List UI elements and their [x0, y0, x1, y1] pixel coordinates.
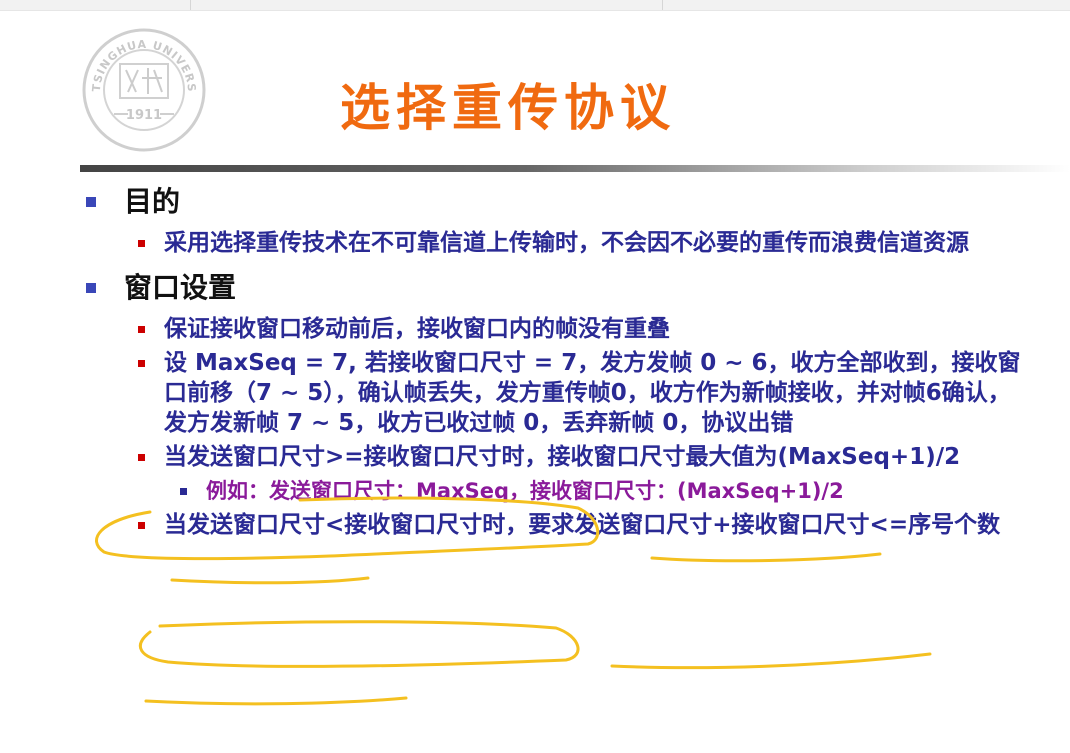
section-heading-text: 目的 — [124, 185, 181, 218]
slide-body: 目的 采用选择重传技术在不可靠信道上传输时，不会因不必要的重传而浪费信道资源 窗… — [80, 182, 1040, 544]
highlight-stroke — [610, 652, 932, 670]
bullet-text: 当发送窗口尺寸>=接收窗口尺寸时，接收窗口尺寸最大值为(MaxSeq+1)/2 — [164, 444, 961, 470]
bullet-text: 当发送窗口尺寸<接收窗口尺寸时，要求发送窗口尺寸+接收窗口尺寸<=序号个数 — [164, 512, 1001, 538]
highlight-stroke — [170, 576, 370, 585]
section-heading-text: 窗口设置 — [124, 271, 237, 304]
strip-separator — [190, 0, 191, 10]
highlight-stroke — [650, 552, 882, 563]
sub-bullet-text: 例如：发送窗口尺寸：MaxSeq，接收窗口尺寸：(MaxSeq+1)/2 — [206, 479, 844, 503]
section-heading-window-settings: 窗口设置 — [80, 268, 1040, 308]
bullet-item: 采用选择重传技术在不可靠信道上传输时，不会因不必要的重传而浪费信道资源 — [80, 228, 1024, 258]
bullet-item: 当发送窗口尺寸>=接收窗口尺寸时，接收窗口尺寸最大值为(MaxSeq+1)/2 — [80, 442, 1024, 472]
window-top-strip — [0, 0, 1070, 11]
section-heading-purpose: 目的 — [80, 182, 1040, 222]
bullet-item: 设 MaxSeq = 7, 若接收窗口尺寸 = 7，发方发帧 0 ~ 6，收方全… — [80, 348, 1024, 438]
square-bullet-icon — [138, 360, 145, 367]
bullet-text: 保证接收窗口移动前后，接收窗口内的帧没有重叠 — [164, 316, 670, 342]
square-bullet-icon — [86, 197, 96, 207]
highlight-stroke — [144, 696, 408, 706]
seal-year: 1911 — [126, 108, 162, 123]
square-bullet-icon — [138, 522, 145, 529]
bullet-item: 当发送窗口尺寸<接收窗口尺寸时，要求发送窗口尺寸+接收窗口尺寸<=序号个数 — [80, 510, 1024, 540]
highlight-stroke — [138, 620, 580, 668]
square-bullet-icon — [138, 454, 145, 461]
slide-title: 选择重传协议 — [340, 78, 676, 137]
square-bullet-icon — [138, 240, 145, 247]
title-divider — [80, 165, 1070, 172]
bullet-item: 保证接收窗口移动前后，接收窗口内的帧没有重叠 — [80, 314, 1024, 344]
bullet-text: 采用选择重传技术在不可靠信道上传输时，不会因不必要的重传而浪费信道资源 — [164, 230, 969, 256]
strip-separator — [662, 0, 663, 10]
sub-bullet-item: 例如：发送窗口尺寸：MaxSeq，接收窗口尺寸：(MaxSeq+1)/2 — [80, 476, 1040, 506]
square-bullet-icon — [86, 283, 96, 293]
square-bullet-icon — [180, 488, 187, 495]
square-bullet-icon — [138, 326, 145, 333]
tsinghua-seal-logo: TSINGHUA UNIVERSITY 1911 — [71, 12, 212, 158]
bullet-text: 设 MaxSeq = 7, 若接收窗口尺寸 = 7，发方发帧 0 ~ 6，收方全… — [164, 350, 1021, 436]
